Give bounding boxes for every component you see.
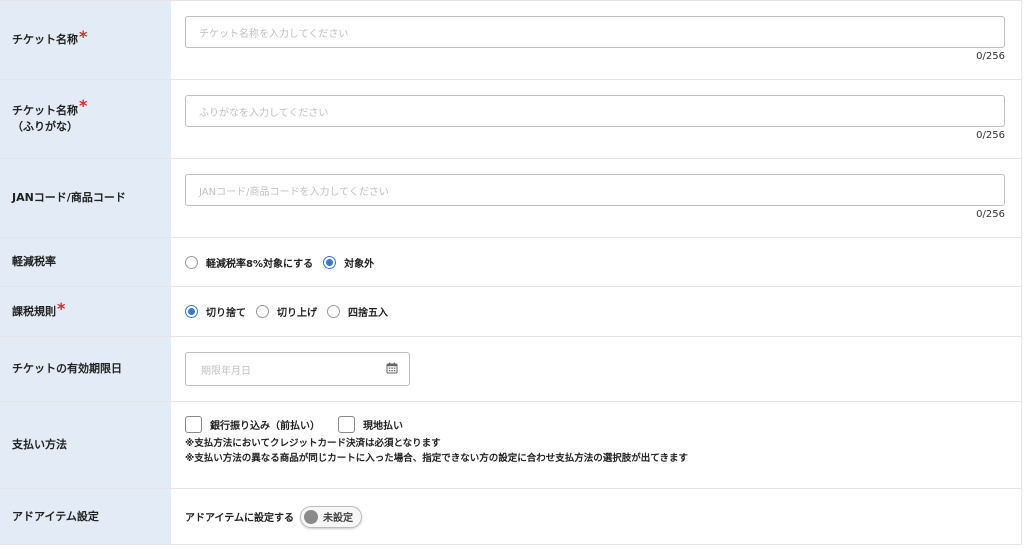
required-mark: * bbox=[79, 96, 88, 115]
tax-rule-option-label[interactable]: 切り上げ bbox=[277, 304, 317, 319]
jan-code-counter: 0/256 bbox=[976, 209, 1005, 220]
ticket-form: チケット名称 * チケット名称を入力してください 0/256 チケット名称* （ふ… bbox=[0, 0, 1022, 545]
reduced-tax-content: 軽減税率8%対象にする 対象外 bbox=[171, 238, 1021, 286]
ticket-kana-counter: 0/256 bbox=[976, 130, 1005, 141]
required-mark: * bbox=[57, 298, 66, 318]
jan-code-content: JANコード/商品コードを入力してください 0/256 bbox=[171, 159, 1021, 237]
payment-options: 銀行振り込み（前払い） 現地払い bbox=[185, 416, 1006, 433]
ticket-name-label: チケット名称 * bbox=[0, 1, 171, 79]
toggle-label: 未設定 bbox=[323, 513, 353, 524]
add-item-label: アドアイテム設定 bbox=[0, 489, 171, 544]
payment-content: 銀行振り込み（前払い） 現地払い ※支払方法においてクレジットカード決済は必須と… bbox=[171, 402, 1021, 488]
payment-checkbox-bank[interactable] bbox=[185, 416, 202, 433]
ticket-name-content: チケット名称を入力してください 0/256 bbox=[171, 1, 1021, 79]
tax-rule-radio-round-up[interactable] bbox=[256, 305, 269, 318]
reduced-tax-radio-8percent[interactable] bbox=[185, 255, 198, 269]
payment-note-1: ※支払方法においてクレジットカード決済は必須となります bbox=[185, 438, 441, 449]
ticket-kana-label-line2: （ふりがな） bbox=[12, 120, 78, 133]
reduced-tax-option-label[interactable]: 軽減税率8%対象にする bbox=[206, 255, 313, 270]
reduced-tax-label-text: 軽減税率 bbox=[12, 255, 56, 268]
add-item-content: アドアイテムに設定する 未設定 bbox=[171, 489, 1021, 544]
jan-code-label: JANコード/商品コード bbox=[0, 159, 171, 237]
calendar-icon[interactable] bbox=[386, 362, 398, 377]
reduced-tax-radio-exempt[interactable] bbox=[323, 255, 337, 269]
expiry-label-text: チケットの有効期限日 bbox=[12, 362, 122, 375]
tax-rule-radio-group: 切り捨て 切り上げ 四捨五入 bbox=[185, 287, 1006, 336]
payment-checkbox-onsite[interactable] bbox=[338, 416, 355, 433]
ticket-kana-content: ふりがなを入力してください 0/256 bbox=[171, 80, 1021, 158]
ticket-kana-input[interactable]: ふりがなを入力してください bbox=[185, 95, 1005, 127]
add-item-label-text: アドアイテム設定 bbox=[12, 509, 99, 523]
jan-code-label-text: JANコード/商品コード bbox=[12, 191, 126, 204]
payment-note-2: ※支払い方法の異なる商品が同じカートに入った場合、指定できない方の設定に合わせ支… bbox=[185, 453, 688, 464]
row-ticket-name: チケット名称 * チケット名称を入力してください 0/256 bbox=[0, 1, 1021, 80]
payment-label: 支払い方法 bbox=[0, 402, 171, 488]
row-add-item: アドアイテム設定 アドアイテムに設定する 未設定 bbox=[0, 489, 1021, 545]
expiry-date-input[interactable]: 期限年月日 bbox=[185, 352, 410, 386]
tax-rule-label-text: 課税規則 bbox=[12, 304, 56, 318]
payment-option-label[interactable]: 現地払い bbox=[363, 417, 403, 432]
row-ticket-kana: チケット名称* （ふりがな） ふりがなを入力してください 0/256 bbox=[0, 80, 1021, 159]
required-mark: * bbox=[79, 27, 88, 46]
expiry-placeholder: 期限年月日 bbox=[201, 365, 251, 377]
ticket-kana-placeholder: ふりがなを入力してください bbox=[199, 107, 329, 119]
toggle-knob bbox=[304, 509, 318, 524]
row-expiry: チケットの有効期限日 期限年月日 bbox=[0, 337, 1021, 402]
expiry-label: チケットの有効期限日 bbox=[0, 337, 171, 401]
tax-rule-radio-round-down[interactable] bbox=[185, 305, 198, 318]
ticket-kana-label-line1: チケット名称 bbox=[12, 104, 78, 117]
jan-code-placeholder: JANコード/商品コードを入力してください bbox=[199, 186, 389, 198]
payment-label-text: 支払い方法 bbox=[12, 438, 67, 451]
payment-option-label[interactable]: 銀行振り込み（前払い） bbox=[210, 417, 320, 432]
reduced-tax-option-label[interactable]: 対象外 bbox=[344, 255, 374, 270]
tax-rule-option-label[interactable]: 切り捨て bbox=[206, 304, 246, 319]
tax-rule-radio-round-half[interactable] bbox=[327, 305, 340, 318]
row-tax-rule: 課税規則 * 切り捨て 切り上げ 四捨五入 bbox=[0, 287, 1021, 337]
ticket-name-input[interactable]: チケット名称を入力してください bbox=[185, 16, 1005, 48]
reduced-tax-radio-group: 軽減税率8%対象にする 対象外 bbox=[185, 238, 1006, 286]
expiry-content: 期限年月日 bbox=[171, 337, 1021, 401]
ticket-name-counter: 0/256 bbox=[976, 51, 1005, 62]
reduced-tax-label: 軽減税率 bbox=[0, 238, 171, 286]
add-item-text: アドアイテムに設定する bbox=[185, 513, 294, 524]
ticket-name-label-text: チケット名称 bbox=[12, 33, 78, 46]
jan-code-input[interactable]: JANコード/商品コードを入力してください bbox=[185, 174, 1005, 206]
ticket-name-placeholder: チケット名称を入力してください bbox=[199, 28, 349, 40]
add-item-toggle[interactable]: 未設定 bbox=[300, 505, 362, 528]
tax-rule-label: 課税規則 * bbox=[0, 287, 171, 336]
row-payment: 支払い方法 銀行振り込み（前払い） 現地払い ※支払方法においてクレジットカード… bbox=[0, 402, 1021, 489]
ticket-kana-label: チケット名称* （ふりがな） bbox=[0, 80, 171, 158]
row-jan-code: JANコード/商品コード JANコード/商品コードを入力してください 0/256 bbox=[0, 159, 1021, 238]
row-reduced-tax: 軽減税率 軽減税率8%対象にする 対象外 bbox=[0, 238, 1021, 287]
tax-rule-content: 切り捨て 切り上げ 四捨五入 bbox=[171, 287, 1021, 336]
tax-rule-option-label[interactable]: 四捨五入 bbox=[348, 304, 388, 319]
